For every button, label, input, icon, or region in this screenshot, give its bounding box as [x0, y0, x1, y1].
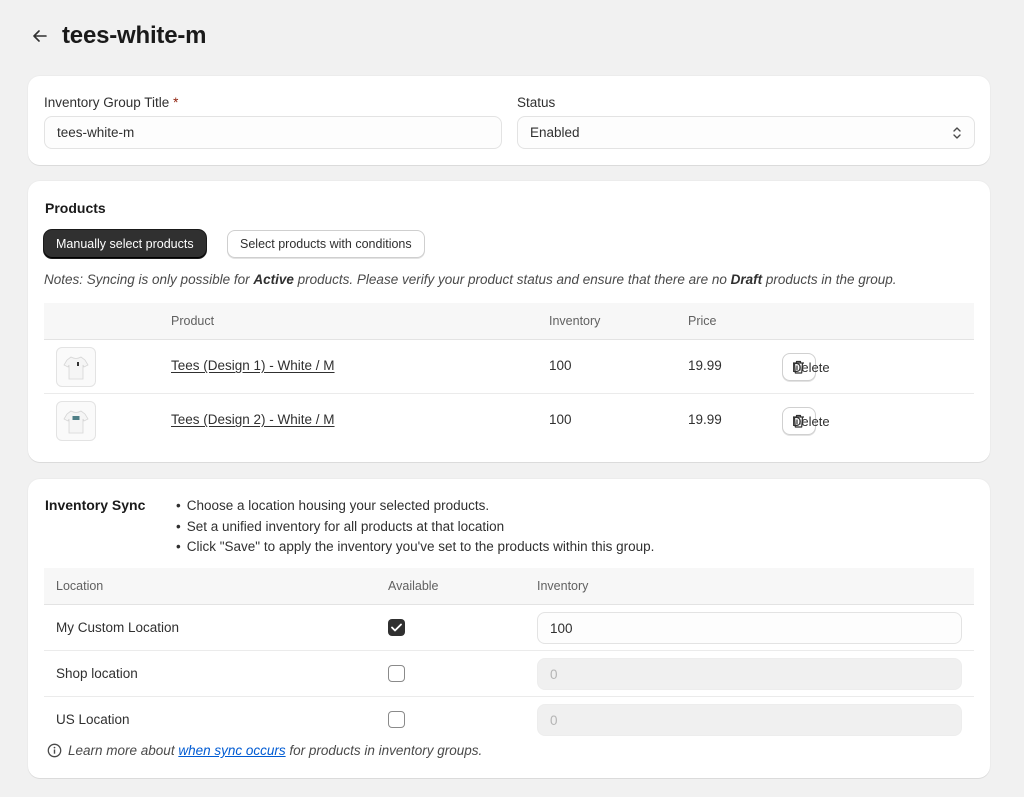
arrow-left-icon — [33, 30, 47, 42]
learn-more: Learn more about when sync occurs for pr… — [47, 743, 482, 758]
location-name: Shop location — [56, 666, 138, 681]
inventory-input[interactable]: 0 — [537, 658, 962, 690]
available-checkbox[interactable] — [388, 619, 405, 636]
status-value: Enabled — [530, 125, 580, 140]
col-inventory: Inventory — [537, 579, 589, 593]
product-inventory: 100 — [549, 358, 572, 373]
inventory-input[interactable]: 100 — [537, 612, 962, 644]
notes-prefix: Notes: Syncing is only possible for — [44, 272, 254, 287]
notes-middle: products. Please verify your product sta… — [293, 272, 731, 287]
instruction-item: Choose a location housing your selected … — [176, 497, 654, 518]
location-row: My Custom Location 100 — [44, 605, 974, 651]
page-title: tees-white-m — [62, 22, 207, 49]
page-header: tees-white-m — [28, 18, 206, 54]
inventory-sync-title: Inventory Sync — [45, 497, 146, 513]
checkmark-icon — [391, 623, 402, 632]
product-price: 19.99 — [688, 412, 722, 427]
notes-active: Active — [253, 272, 294, 287]
delete-button[interactable]: Delete — [782, 353, 830, 381]
product-inventory: 100 — [549, 412, 572, 427]
conditions-select-button[interactable]: Select products with conditions — [227, 230, 425, 258]
status-label: Status — [517, 95, 556, 110]
inventory-value: 100 — [550, 620, 573, 636]
col-price: Price — [688, 314, 717, 328]
location-row: Shop location 0 — [44, 651, 974, 697]
group-title-input[interactable]: tees-white-m — [44, 116, 502, 149]
learn-more-text: Learn more about when sync occurs for pr… — [68, 743, 482, 758]
locations-table-header: Location Available Inventory — [44, 568, 974, 605]
product-thumbnail — [56, 401, 96, 441]
inventory-value: 0 — [550, 666, 558, 682]
available-checkbox[interactable] — [388, 711, 405, 728]
sync-instructions: Choose a location housing your selected … — [176, 497, 655, 559]
inventory-input[interactable]: 0 — [537, 704, 962, 736]
product-link[interactable]: Tees (Design 1) - White / M — [171, 358, 335, 373]
location-row: US Location 0 — [44, 697, 974, 743]
status-select[interactable]: Enabled — [517, 116, 975, 149]
group-title-value: tees-white-m — [57, 125, 135, 140]
learn-prefix: Learn more about — [68, 743, 179, 758]
learn-suffix: for products in inventory groups. — [285, 743, 483, 758]
inventory-sync-card: Inventory Sync Choose a location housing… — [28, 479, 990, 778]
notes-draft: Draft — [730, 272, 763, 287]
products-title: Products — [45, 200, 106, 216]
group-info-card: Inventory Group Title * tees-white-m Sta… — [28, 76, 990, 165]
product-thumbnail — [56, 347, 96, 387]
products-table: Product Inventory Price Tees (Design 1) … — [44, 303, 974, 448]
sync-notes: Notes: Syncing is only possible for Acti… — [44, 272, 897, 287]
product-link[interactable]: Tees (Design 2) - White / M — [171, 412, 335, 427]
delete-label: Delete — [792, 359, 830, 375]
available-checkbox[interactable] — [388, 665, 405, 682]
col-product: Product — [171, 314, 215, 328]
when-sync-occurs-link[interactable]: when sync occurs — [178, 743, 285, 758]
instruction-item: Set a unified inventory for all products… — [176, 518, 654, 539]
delete-button[interactable]: Delete — [782, 407, 830, 435]
instruction-item: Click "Save" to apply the inventory you'… — [176, 538, 655, 559]
required-mark: * — [173, 95, 179, 110]
location-name: US Location — [56, 712, 130, 727]
select-chevron-icon — [953, 127, 961, 139]
inventory-value: 0 — [550, 712, 558, 728]
group-title-label-text: Inventory Group Title — [44, 95, 170, 110]
tshirt-icon — [63, 356, 89, 380]
table-row: Tees (Design 2) - White / M 100 19.99 De… — [44, 394, 974, 448]
manual-select-button[interactable]: Manually select products — [44, 230, 206, 258]
tshirt-icon — [63, 410, 89, 434]
products-card: Products Manually select products Select… — [28, 181, 990, 462]
col-inventory: Inventory — [549, 314, 601, 328]
location-name: My Custom Location — [56, 620, 180, 635]
products-table-header: Product Inventory Price — [44, 303, 974, 340]
col-location: Location — [56, 579, 104, 593]
notes-suffix: products in the group. — [762, 272, 897, 287]
col-available: Available — [388, 579, 439, 593]
locations-table: Location Available Inventory My Custom L… — [44, 568, 974, 743]
info-icon — [47, 743, 62, 758]
back-button[interactable] — [28, 24, 52, 48]
product-price: 19.99 — [688, 358, 722, 373]
table-row: Tees (Design 1) - White / M 100 19.99 De… — [44, 340, 974, 394]
group-title-label: Inventory Group Title * — [44, 95, 178, 110]
delete-label: Delete — [792, 413, 830, 429]
